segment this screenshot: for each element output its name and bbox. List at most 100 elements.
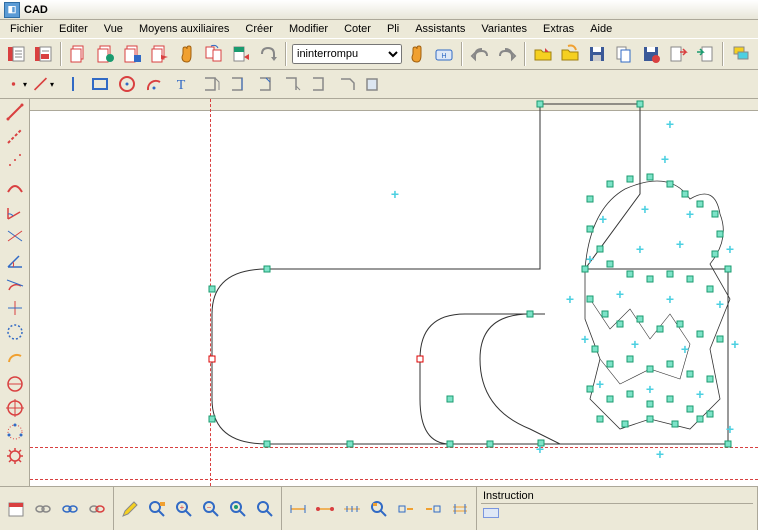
zoom-box-icon[interactable]	[145, 497, 169, 521]
undo-icon[interactable]	[468, 42, 492, 66]
angle-arc-icon[interactable]	[3, 248, 27, 272]
stack-icon[interactable]	[729, 42, 753, 66]
dim-h1-icon[interactable]	[286, 497, 310, 521]
doc-button-3[interactable]	[121, 42, 145, 66]
menu-assistants[interactable]: Assistants	[407, 21, 473, 37]
arc-red-icon[interactable]	[3, 176, 27, 200]
red-dots-icon[interactable]	[3, 148, 27, 172]
hold-icon[interactable]: H	[432, 42, 456, 66]
app-title: CAD	[24, 4, 48, 16]
instruction-dropdown[interactable]	[483, 508, 499, 518]
workspace: + + + + + + + + + + + + + + + + + + + + …	[0, 99, 758, 486]
chain3-icon[interactable]	[85, 497, 109, 521]
bottom-panel-instruction: Instruction	[477, 487, 758, 530]
bottom-bar: + − Instruction	[0, 486, 758, 530]
line-tool-icon[interactable]: ▾	[31, 72, 55, 96]
zoom-in-icon[interactable]: +	[172, 497, 196, 521]
calendar-icon[interactable]	[4, 497, 28, 521]
menu-modifier[interactable]: Modifier	[281, 21, 336, 37]
zoom-fit-icon[interactable]	[226, 497, 250, 521]
arc-tool-icon[interactable]	[142, 72, 166, 96]
circle-outline-icon[interactable]	[3, 320, 27, 344]
red-diag1-icon[interactable]	[3, 100, 27, 124]
layer-button-2[interactable]	[31, 42, 55, 66]
menu-aide[interactable]: Aide	[582, 21, 620, 37]
dim-chain-icon[interactable]	[340, 497, 364, 521]
copy-doc-icon[interactable]	[612, 42, 636, 66]
save-disk-icon[interactable]	[585, 42, 609, 66]
fold-6-icon[interactable]	[334, 72, 358, 96]
doc-export-icon[interactable]	[666, 42, 690, 66]
fold-1-icon[interactable]	[199, 72, 223, 96]
doc-swap-icon[interactable]	[202, 42, 226, 66]
snap1-icon[interactable]	[394, 497, 418, 521]
dim-h2-icon[interactable]	[313, 497, 337, 521]
chain2-icon[interactable]	[58, 497, 82, 521]
left-toolbar	[0, 99, 30, 486]
app-icon: ◧	[4, 2, 20, 18]
menu-fichier[interactable]: Fichier	[2, 21, 51, 37]
x-lines-blue-icon[interactable]	[3, 224, 27, 248]
doc-button-1[interactable]	[67, 42, 91, 66]
folder-open-1-icon[interactable]	[531, 42, 555, 66]
fold-3-icon[interactable]	[253, 72, 277, 96]
doc-button-4[interactable]	[148, 42, 172, 66]
angle-red-icon[interactable]	[3, 200, 27, 224]
fold-2-icon[interactable]	[226, 72, 250, 96]
bottom-panel-2: + −	[114, 487, 282, 530]
menu-variantes[interactable]: Variantes	[473, 21, 535, 37]
chain1-icon[interactable]	[31, 497, 55, 521]
bolt-circle-icon[interactable]	[3, 420, 27, 444]
svg-text:T: T	[177, 78, 186, 93]
svg-text:+: +	[180, 503, 185, 512]
zoom-all-icon[interactable]	[253, 497, 277, 521]
vline-tool-icon[interactable]	[61, 72, 85, 96]
tangent-arc-icon[interactable]	[3, 272, 27, 296]
fold-7-icon[interactable]	[361, 72, 385, 96]
pencil-icon[interactable]	[118, 497, 142, 521]
zoom-region-icon[interactable]	[367, 497, 391, 521]
menu-creer[interactable]: Créer	[237, 21, 281, 37]
menu-vue[interactable]: Vue	[96, 21, 131, 37]
fold-5-icon[interactable]	[307, 72, 331, 96]
shape-svg	[30, 99, 758, 486]
text-tool-icon[interactable]: T	[169, 72, 193, 96]
hand-orange-icon[interactable]	[405, 42, 429, 66]
orange-curve-icon[interactable]	[3, 344, 27, 368]
zoom-out-icon[interactable]: −	[199, 497, 223, 521]
menu-moyens[interactable]: Moyens auxiliaires	[131, 21, 237, 37]
doc-button-2[interactable]	[94, 42, 118, 66]
disk-red-icon[interactable]	[639, 42, 663, 66]
titlebar: ◧ CAD	[0, 0, 758, 20]
cross-center-icon[interactable]	[3, 296, 27, 320]
dim-align-icon[interactable]	[448, 497, 472, 521]
gear-icon[interactable]	[3, 444, 27, 468]
snap2-icon[interactable]	[421, 497, 445, 521]
menu-pli[interactable]: Pli	[379, 21, 407, 37]
diameter-icon[interactable]	[3, 372, 27, 396]
circle-tool-icon[interactable]	[115, 72, 139, 96]
menu-editer[interactable]: Editer	[51, 21, 96, 37]
toolbar-draw: ▾ ▾ T	[0, 70, 758, 99]
folder-open-2-icon[interactable]	[558, 42, 582, 66]
arrow-loop-icon[interactable]	[256, 42, 280, 66]
hand-icon[interactable]	[175, 42, 199, 66]
bottom-panel-3	[282, 487, 477, 530]
redo-icon[interactable]	[495, 42, 519, 66]
layer-button-1[interactable]	[4, 42, 28, 66]
linetype-dropdown[interactable]: ininterrompu	[292, 44, 402, 64]
doc-green-icon[interactable]	[229, 42, 253, 66]
menubar: Fichier Editer Vue Moyens auxiliaires Cr…	[0, 20, 758, 38]
svg-text:H: H	[441, 53, 446, 60]
doc-import-icon[interactable]	[693, 42, 717, 66]
crosshair-icon[interactable]	[3, 396, 27, 420]
menu-extras[interactable]: Extras	[535, 21, 582, 37]
rect-tool-icon[interactable]	[88, 72, 112, 96]
bottom-panel-1	[0, 487, 114, 530]
svg-text:−: −	[207, 503, 212, 512]
red-diag2-icon[interactable]	[3, 124, 27, 148]
point-tool-icon[interactable]: ▾	[4, 72, 28, 96]
fold-4-icon[interactable]	[280, 72, 304, 96]
menu-coter[interactable]: Coter	[336, 21, 379, 37]
drawing-canvas[interactable]: + + + + + + + + + + + + + + + + + + + + …	[30, 99, 758, 486]
